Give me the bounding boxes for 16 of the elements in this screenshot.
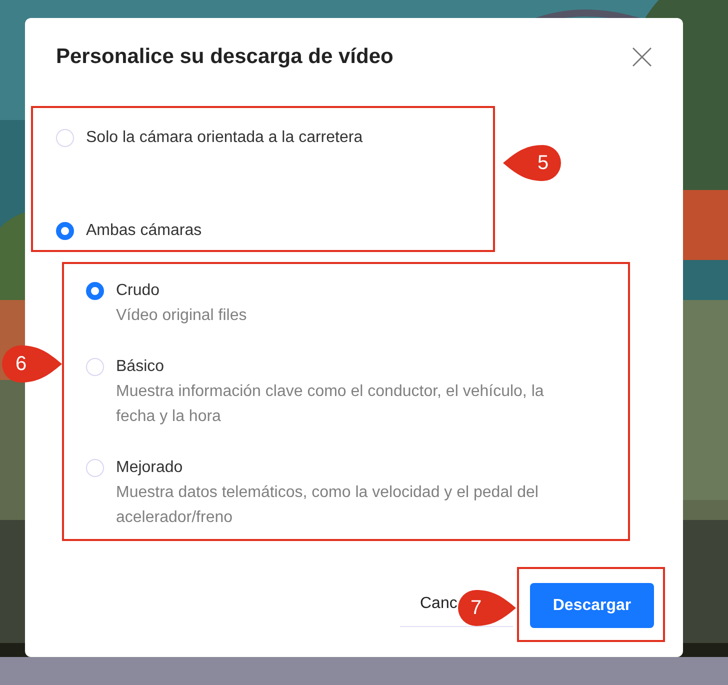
radio-button[interactable] bbox=[56, 222, 74, 240]
callout-marker: 5 bbox=[503, 145, 563, 181]
option-label: Crudo bbox=[116, 281, 161, 301]
callout-marker: 7 bbox=[456, 590, 516, 626]
option-description: Muestra datos telemáticos, como la velocidad y el pedal del acelerador/freno bbox=[116, 483, 540, 528]
callout-marker: 6 bbox=[0, 344, 62, 384]
option-label: Básico bbox=[116, 357, 166, 377]
option-description: Muestra información clave como el conductor, el vehículo, la fecha y la hora bbox=[116, 382, 545, 427]
close-icon[interactable] bbox=[631, 46, 653, 68]
download-button[interactable]: Descargar bbox=[530, 583, 654, 628]
option-label: Ambas cámaras bbox=[86, 221, 202, 241]
option-description: Vídeo original files bbox=[116, 306, 248, 326]
radio-button[interactable] bbox=[86, 282, 104, 300]
dialog-title: Personalice su descarga de vídeo bbox=[56, 44, 394, 68]
option-label: Mejorado bbox=[116, 458, 184, 478]
option-label: Solo la cámara orientada a la carretera bbox=[86, 128, 363, 148]
